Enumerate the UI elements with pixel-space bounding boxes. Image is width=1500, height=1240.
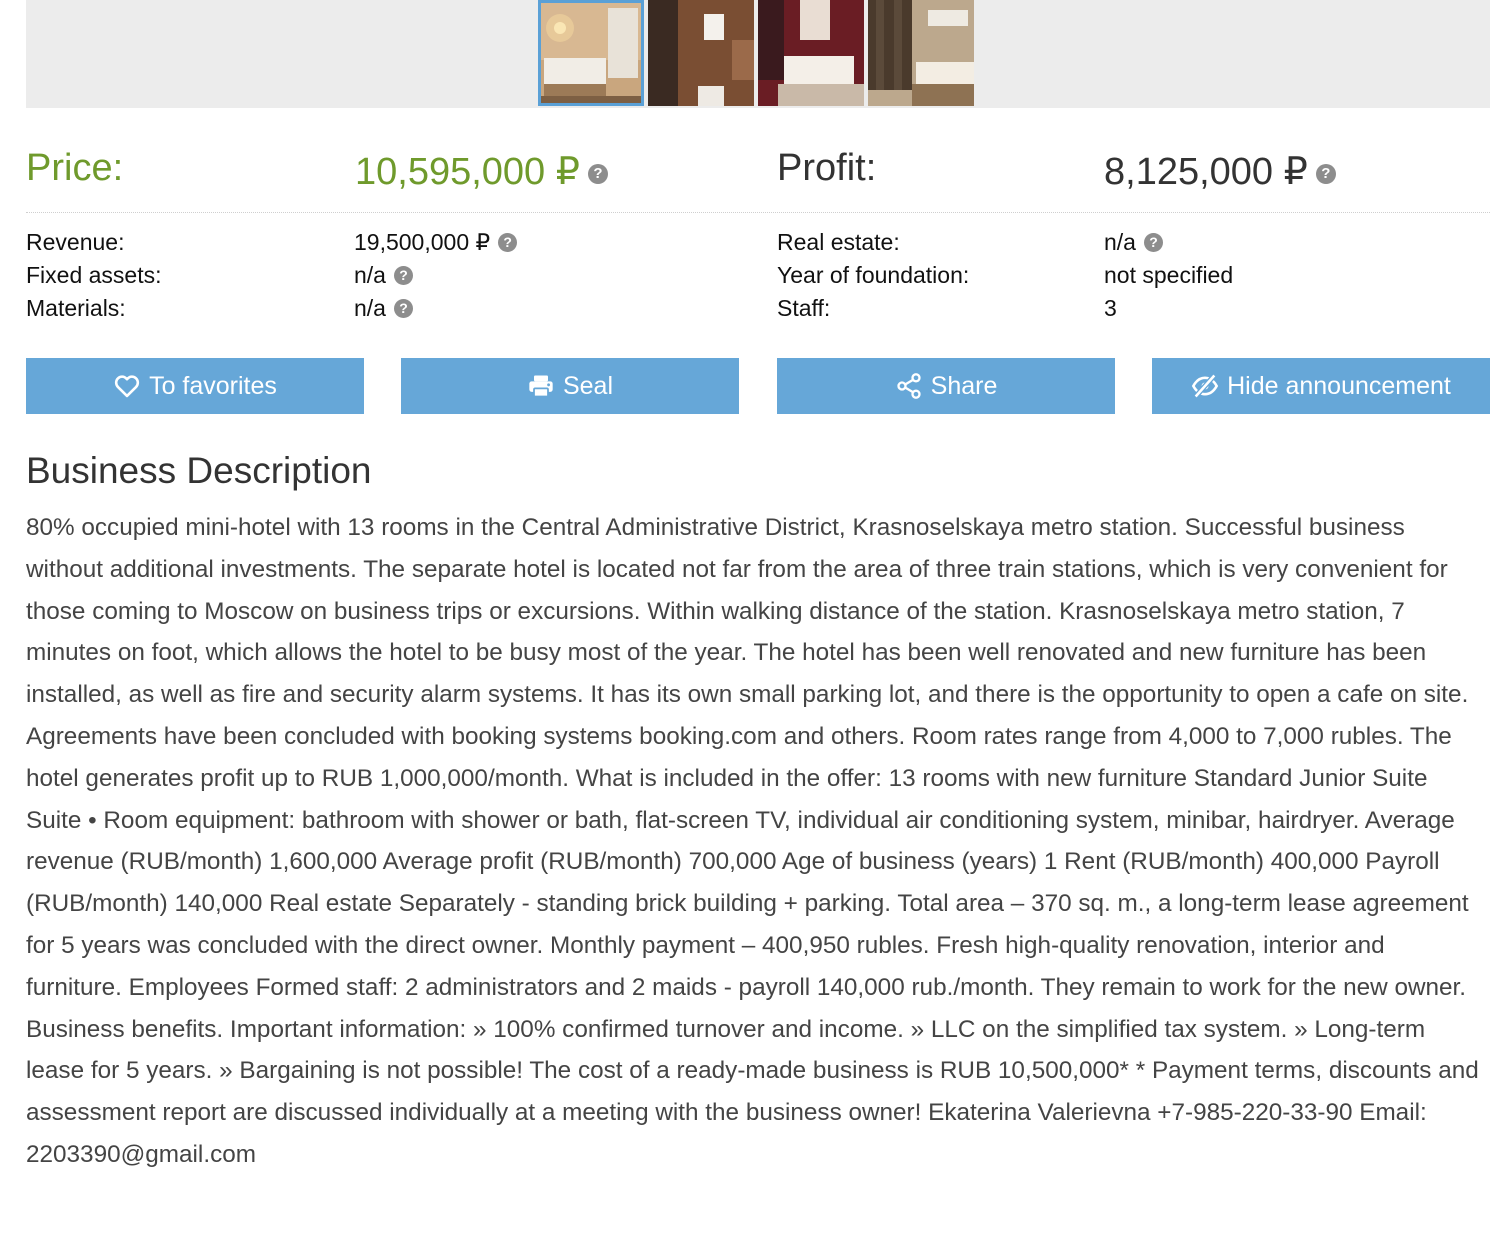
- revenue-value: 19,500,000 ₽: [354, 229, 491, 255]
- price-summary: Price: 10,595,000 ₽? Profit: 8,125,000 ₽…: [26, 143, 1490, 213]
- share-icon: [896, 373, 921, 399]
- revenue-label: Revenue:: [26, 229, 125, 255]
- profit-value-group: 8,125,000 ₽?: [1104, 149, 1336, 194]
- eye-slash-icon: [1191, 373, 1219, 399]
- year-of-foundation-value: not specified: [1104, 262, 1234, 288]
- staff-value: 3: [1104, 295, 1117, 321]
- details-right-labels: Real estate: Year of foundation: Staff:: [777, 228, 969, 327]
- details-left-labels: Revenue: Fixed assets: Materials:: [26, 228, 162, 327]
- business-description-text: 80% occupied mini-hotel with 13 rooms in…: [26, 514, 1479, 1168]
- thumbnail-red-bedroom[interactable]: [758, 0, 864, 106]
- details-left-values: 19,500,000 ₽? n/a? n/a?: [354, 228, 518, 327]
- printer-icon: [529, 375, 553, 398]
- seal-label: Seal: [562, 371, 614, 400]
- price-help-icon[interactable]: ?: [587, 164, 608, 184]
- bedroom-photo-icon: [538, 0, 644, 106]
- price-value-group: 10,595,000 ₽?: [355, 149, 608, 194]
- materials-label: Materials:: [26, 295, 126, 321]
- fixed-assets-label: Fixed assets:: [26, 262, 162, 288]
- year-of-foundation-label: Year of foundation:: [777, 262, 970, 288]
- thumbnail-curtained-bedroom[interactable]: [868, 0, 974, 106]
- hide-announcement-label: Hide announcement: [1227, 371, 1451, 400]
- share-label: Share: [930, 371, 998, 400]
- materials-value: n/a: [354, 295, 386, 321]
- thumbnail-bathroom[interactable]: [648, 0, 754, 106]
- materials-row-value: n/a?: [354, 294, 517, 327]
- revenue-help-icon[interactable]: ?: [498, 233, 518, 252]
- real-estate-label: Real estate:: [777, 229, 900, 255]
- details-right-values: n/a? not specified 3: [1104, 228, 1233, 327]
- profit-help-icon[interactable]: ?: [1315, 164, 1336, 184]
- price-label: Price:: [26, 147, 124, 189]
- to-favorites-label: To favorites: [149, 371, 277, 400]
- business-description-title: Business Description: [26, 450, 372, 491]
- profit-value: 8,125,000 ₽: [1104, 151, 1308, 193]
- materials-help-icon[interactable]: ?: [393, 299, 413, 318]
- real-estate-help-icon[interactable]: ?: [1143, 233, 1163, 252]
- fixed-assets-value: n/a: [354, 262, 386, 288]
- heart-icon: [114, 375, 140, 398]
- seal-button[interactable]: Seal: [401, 358, 739, 414]
- staff-label: Staff:: [777, 295, 831, 321]
- real-estate-row-value: n/a?: [1104, 228, 1233, 261]
- profit-label: Profit:: [777, 147, 877, 189]
- revenue-row-value: 19,500,000 ₽?: [354, 228, 518, 261]
- fixed-assets-help-icon[interactable]: ?: [393, 266, 413, 285]
- share-button[interactable]: Share: [777, 358, 1115, 414]
- red-bedroom-photo-icon: [758, 0, 864, 106]
- thumbnail-bedroom[interactable]: [538, 0, 644, 106]
- photo-gallery: [26, 0, 1490, 108]
- price-value: 10,595,000 ₽: [355, 151, 580, 193]
- real-estate-value: n/a: [1104, 229, 1136, 255]
- thumbnail-strip: [538, 0, 974, 106]
- bathroom-photo-icon: [648, 0, 754, 106]
- fixed-assets-row-value: n/a?: [354, 261, 517, 294]
- curtained-bedroom-photo-icon: [868, 0, 974, 106]
- to-favorites-button[interactable]: To favorites: [26, 358, 364, 414]
- hide-announcement-button[interactable]: Hide announcement: [1152, 358, 1490, 414]
